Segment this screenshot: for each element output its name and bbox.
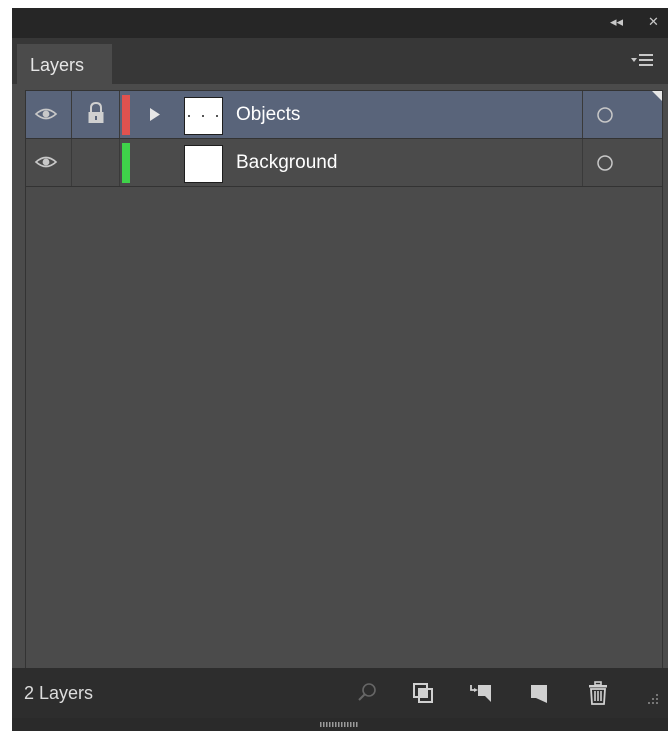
panel-menu-icon[interactable] [631, 51, 653, 69]
collapse-panel-button[interactable]: ◂◂ [610, 15, 623, 31]
create-sublayer-icon[interactable] [468, 680, 494, 706]
layer-name[interactable]: Objects [236, 104, 300, 126]
layer-row-background[interactable]: Background [26, 139, 662, 187]
eye-icon [34, 108, 58, 120]
layer-thumbnail [184, 145, 223, 183]
visibility-toggle[interactable] [26, 91, 72, 138]
lock-icon [88, 101, 104, 123]
locate-object-icon[interactable] [354, 680, 380, 706]
lock-toggle[interactable] [72, 91, 120, 138]
create-new-layer-icon[interactable] [526, 680, 552, 706]
layer-thumbnail [184, 97, 223, 135]
visibility-toggle[interactable] [26, 139, 72, 186]
lock-toggle[interactable] [72, 139, 120, 186]
panel-title-bar[interactable]: ◂◂ ✕ [12, 8, 668, 38]
panel-resize-bar[interactable] [12, 718, 668, 731]
layer-row-objects[interactable]: Objects [26, 91, 662, 139]
resize-handle-icon [320, 722, 358, 727]
resize-grip-icon[interactable] [642, 690, 660, 708]
layers-list: Objects Background [25, 90, 663, 669]
close-panel-button[interactable]: ✕ [648, 15, 659, 31]
layer-count: 2 Layers [24, 683, 94, 703]
target-toggle[interactable] [582, 91, 663, 138]
panel-tab-row: Layers [12, 38, 668, 84]
target-circle-icon [597, 155, 613, 171]
target-circle-icon [597, 107, 613, 123]
expand-arrow[interactable] [136, 91, 172, 138]
tab-layers[interactable]: Layers [17, 44, 112, 84]
expand-triangle-icon [150, 108, 160, 121]
selection-indicator [652, 91, 662, 101]
layers-panel: ◂◂ ✕ Layers Objects Background 2 Layers [12, 8, 668, 731]
make-clipping-mask-icon[interactable] [410, 680, 436, 706]
delete-layer-icon[interactable] [585, 680, 611, 706]
target-toggle[interactable] [582, 139, 663, 186]
layer-color-bar [122, 143, 130, 183]
layers-content: Objects Background [12, 84, 668, 669]
thumbnail-dots [188, 115, 218, 117]
eye-icon [34, 156, 58, 168]
layer-color-bar [122, 95, 130, 135]
layer-name[interactable]: Background [236, 152, 337, 174]
panel-footer: 2 Layers [12, 668, 668, 718]
tab-layers-label: Layers [30, 55, 85, 75]
